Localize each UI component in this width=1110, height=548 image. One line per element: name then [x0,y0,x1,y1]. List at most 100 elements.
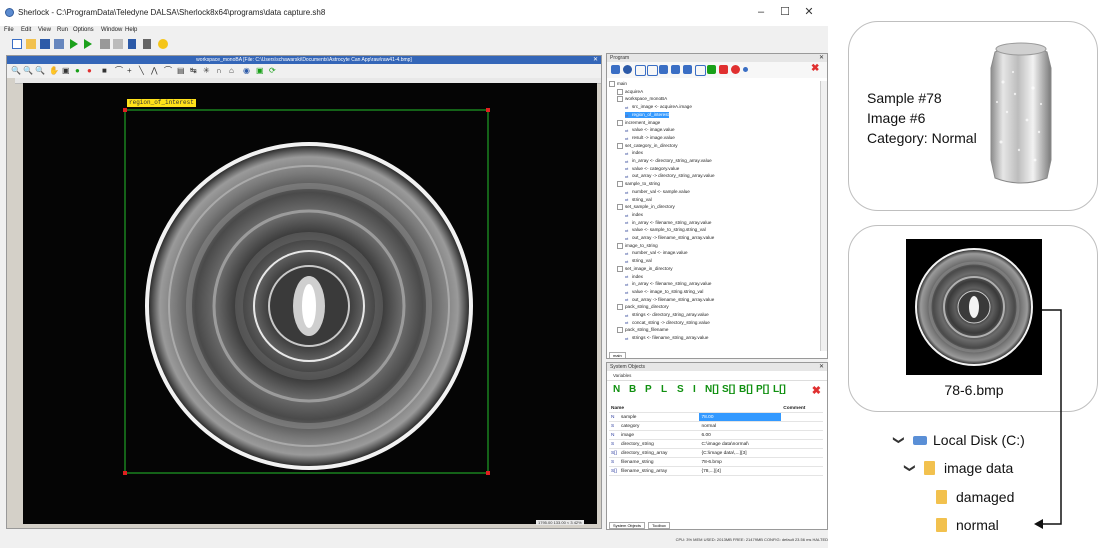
add-line-button[interactable]: L [661,384,667,395]
program-tree-node[interactable]: set_sample_in_directory [617,204,675,211]
line-roi-icon[interactable]: ╲ [139,67,144,75]
variable-row[interactable]: Nsample 78.00 [609,412,823,422]
program-tree-node[interactable]: ⇄ strings <- directory_string_array.value [625,312,709,318]
expand-toggle-icon[interactable] [617,204,623,211]
expand-toggle-icon[interactable] [617,181,623,188]
rect-roi-icon[interactable]: ■ [102,67,107,75]
step-over-icon[interactable] [143,39,151,49]
program-tree-node[interactable]: acquireA [617,88,643,95]
polygon-icon[interactable]: ⌂ [229,67,234,75]
add-variable-icon[interactable] [647,65,658,76]
folder-damaged[interactable]: damaged [936,489,1014,505]
add-number-button[interactable]: N [613,384,620,395]
add-boolean-button[interactable]: B [629,384,636,395]
target-icon[interactable]: ◉ [243,67,250,75]
program-tree-node[interactable]: ⇄ index [625,212,643,218]
add-image-button[interactable]: I [693,384,696,395]
expand-toggle-icon[interactable] [609,81,615,87]
program-tree-scrollbar[interactable] [820,81,827,351]
measure-icon[interactable]: ↹ [190,67,197,75]
zoom-in-icon[interactable]: 🔍 [11,67,21,75]
program-tree-node[interactable]: ⇄ in_array <- filename_string_array.value [625,281,711,287]
pan-hand-icon[interactable]: ✋ [49,67,59,75]
program-tree-node[interactable]: ⇄ value <- image.value [625,127,675,133]
variable-value[interactable]: 78.00 [699,412,782,422]
contour-icon[interactable]: ∩ [216,67,222,75]
export-icon[interactable]: ▣ [256,67,264,75]
variable-value[interactable]: C:\image data\normal\ [699,439,782,449]
menu-window[interactable]: Window [101,27,122,33]
program-tree-node[interactable]: pack_string_filename [617,327,668,334]
polyline-roi-icon[interactable]: ⋀ [151,67,158,75]
add-number-array-button[interactable]: N[] [705,384,719,395]
variable-value[interactable]: {C:\image data\,...}[3] [699,448,782,458]
variable-row[interactable]: Scategory normal [609,421,823,431]
variables-dropdown[interactable]: Variables [607,371,827,381]
run-green-icon[interactable]: ● [75,67,80,75]
menu-run[interactable]: Run [57,27,68,33]
save-as-icon[interactable] [54,39,64,49]
expand-toggle-icon[interactable] [617,142,623,149]
menu-file[interactable]: File [4,27,14,33]
point-roi-icon[interactable]: + [127,67,132,75]
add-string-button[interactable]: S [677,384,684,395]
add-point-button[interactable]: P [645,384,652,395]
program-tree-node[interactable]: ⇄ value <- image_to_string.string_val [625,289,703,295]
tab-toolbox[interactable]: Toolbox [648,522,670,529]
program-tree-node[interactable]: ⇄ number_val <- sample.value [625,189,690,195]
expand-toggle-icon[interactable] [617,265,623,272]
chevron-down-icon[interactable]: ❯ [893,436,906,448]
arc-roi-icon[interactable]: ⌒ [164,67,172,75]
menu-edit[interactable]: Edit [21,27,31,33]
system-objects-close-icon[interactable]: ✕ [819,363,824,371]
program-tree-node[interactable]: ⇄ region_of_interest [625,111,669,118]
program-tree-node[interactable]: sample_to_string [617,181,660,188]
grid-icon[interactable]: ▤ [177,67,185,75]
pause-icon[interactable] [128,39,136,49]
program-tree-node[interactable]: ⇄ string_val [625,197,652,203]
lightbulb-icon[interactable] [158,39,168,49]
refresh-icon[interactable]: ⟳ [269,67,276,75]
tab-main[interactable]: main [609,352,626,358]
save-icon[interactable] [40,39,50,49]
variable-value[interactable]: 78-6.bmp [699,457,782,467]
program-tree-node[interactable]: image_to_string [617,242,658,249]
folder-local-disk[interactable]: ❯ Local Disk (C:) [893,432,1025,448]
tab-system-objects[interactable]: System Objects [609,522,646,529]
program-tree-node[interactable]: ⇄ strings <- filename_string_array.value [625,335,708,341]
variable-row[interactable]: S[] directory_string_array {C:\image data\… [609,448,823,458]
program-tree-node[interactable]: ⇄ index [625,274,643,280]
program-tree-node[interactable]: ⇄ string_val [625,258,652,264]
program-tree-node[interactable]: increment_image [617,119,660,126]
loop-icon[interactable] [683,65,692,74]
maximize-button[interactable]: ☐ [774,5,796,19]
program-tree-node[interactable]: ⇄ in_array <- directory_string_array.valu… [625,158,712,164]
step-icon[interactable] [113,39,123,49]
image-window-close-icon[interactable]: ✕ [593,56,598,64]
expand-toggle-icon[interactable] [617,327,623,334]
program-tree-node[interactable]: pack_string_directory [617,304,669,311]
branch-icon[interactable] [671,65,680,74]
open-folder-icon[interactable] [26,39,36,49]
add-workspace-icon[interactable] [635,65,646,76]
expand-toggle-icon[interactable] [617,304,623,311]
comment-icon[interactable] [695,65,706,76]
add-instruction-icon[interactable] [611,65,620,74]
add-boolean-array-button[interactable]: B[] [739,384,753,395]
delete-instruction-icon[interactable]: ✖ [811,63,820,74]
delete-variable-button[interactable]: ✖ [812,384,821,397]
program-tree-node[interactable]: ⇄ out_array -> filename_string_array.valu… [625,235,714,241]
program-tree[interactable]: main acquireA workspace_monoBA ⇄ src_image <… [609,81,817,351]
program-tree-node[interactable]: ⇄ number_val <- image.value [625,250,688,256]
stop-icon[interactable] [100,39,110,49]
folder-normal[interactable]: normal [936,517,999,533]
variable-value[interactable]: 6.00 [699,430,782,440]
program-tree-node[interactable]: ⇄ concat_string -> directory_string.value [625,320,710,326]
chevron-down-icon[interactable]: ❯ [904,464,917,476]
menu-help[interactable]: Help [125,27,137,33]
program-panel-close-icon[interactable]: ✕ [819,54,824,62]
expand-toggle-icon[interactable] [617,88,623,95]
variable-value[interactable]: {78,...}[4] [699,466,782,476]
variable-value[interactable]: normal [699,421,782,431]
crosshair-icon[interactable]: ✳ [203,67,210,75]
